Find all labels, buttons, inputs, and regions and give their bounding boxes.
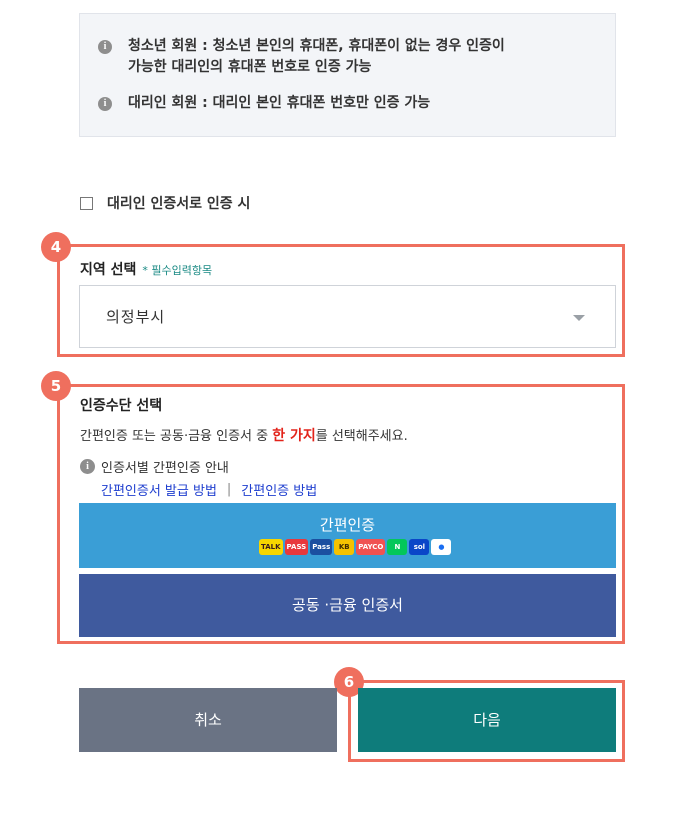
toss-icon: ●: [431, 539, 452, 555]
step-badge-5: 5: [41, 371, 71, 401]
info-icon: i: [98, 40, 112, 54]
cert-guide-label: 인증서별 간편인증 안내: [101, 461, 229, 476]
kakao-icon: TALK: [259, 539, 283, 555]
notice-text-proxy: 대리인 회원 : 대리인 본인 휴대폰 번호만 인증 가능: [128, 95, 431, 111]
provider-logos: TALK PASS Pass KB PAYCO Nsol ●: [259, 539, 452, 555]
step-badge-4: 4: [41, 232, 71, 262]
notice-text-youth: 청소년 회원 : 청소년 본인의 휴대폰, 휴대폰이 없는 경우 인증이 가능한…: [128, 36, 558, 78]
samsung-pass-icon: Pass: [310, 539, 333, 555]
shinhan-icon: sol: [409, 539, 430, 555]
guide-links: 간편인증서 발급 방법 | 간편인증 방법: [101, 480, 317, 499]
method-title: 인증수단 선택: [80, 398, 163, 414]
region-title-row: 지역 선택 * 필수입력항목: [80, 259, 212, 279]
naver-icon: N: [387, 539, 408, 555]
notice-line: 청소년 회원 : 청소년 본인의 휴대폰, 휴대폰이 없는 경우 인증이: [128, 38, 505, 54]
simple-auth-label: 간편인증: [319, 516, 376, 534]
method-description: 간편인증 또는 공동·금융 인증서 중 한 가지를 선택해주세요.: [80, 425, 408, 445]
notice-box: i 청소년 회원 : 청소년 본인의 휴대폰, 휴대폰이 없는 경우 인증이 가…: [79, 13, 616, 137]
notice-item-youth: i 청소년 회원 : 청소년 본인의 휴대폰, 휴대폰이 없는 경우 인증이 가…: [98, 36, 558, 78]
required-star: *: [142, 264, 148, 277]
notice-item-proxy: i 대리인 회원 : 대리인 본인 휴대폰 번호만 인증 가능: [98, 93, 558, 114]
payco-icon: PAYCO: [356, 539, 386, 555]
proxy-cert-checkbox-row[interactable]: 대리인 인증서로 인증 시: [80, 193, 250, 213]
link-issue-simple-cert[interactable]: 간편인증서 발급 방법: [101, 480, 217, 499]
link-separator: |: [226, 482, 232, 497]
desc-prefix: 간편인증 또는 공동·금융 인증서 중: [80, 429, 273, 444]
proxy-cert-checkbox[interactable]: [80, 196, 93, 210]
desc-emphasis: 한 가지: [272, 428, 316, 444]
pass-icon: PASS: [284, 539, 309, 555]
chevron-down-icon[interactable]: [573, 315, 585, 321]
simple-auth-button[interactable]: 간편인증 TALK PASS Pass KB PAYCO Nsol ●: [79, 503, 616, 568]
info-icon: i: [80, 459, 95, 474]
desc-suffix: 를 선택해주세요.: [315, 429, 408, 444]
cert-guide-row: i 인증서별 간편인증 안내: [80, 457, 229, 476]
region-select[interactable]: 의정부시: [79, 285, 616, 348]
proxy-cert-checkbox-label: 대리인 인증서로 인증 시: [107, 196, 251, 212]
link-simple-auth-method[interactable]: 간편인증 방법: [241, 480, 317, 499]
cancel-button[interactable]: 취소: [79, 688, 337, 752]
info-icon: i: [98, 97, 112, 111]
region-select-value: 의정부시: [106, 308, 166, 326]
notice-line: 가능한 대리인의 휴대폰 번호로 인증 가능: [128, 59, 372, 75]
kb-icon: KB: [334, 539, 355, 555]
next-button[interactable]: 다음: [358, 688, 616, 752]
joint-financial-cert-button[interactable]: 공동 ·금융 인증서: [79, 574, 616, 637]
region-title: 지역 선택: [80, 262, 137, 278]
required-marker: * 필수입력항목: [142, 264, 212, 277]
required-label: 필수입력항목: [151, 264, 213, 277]
